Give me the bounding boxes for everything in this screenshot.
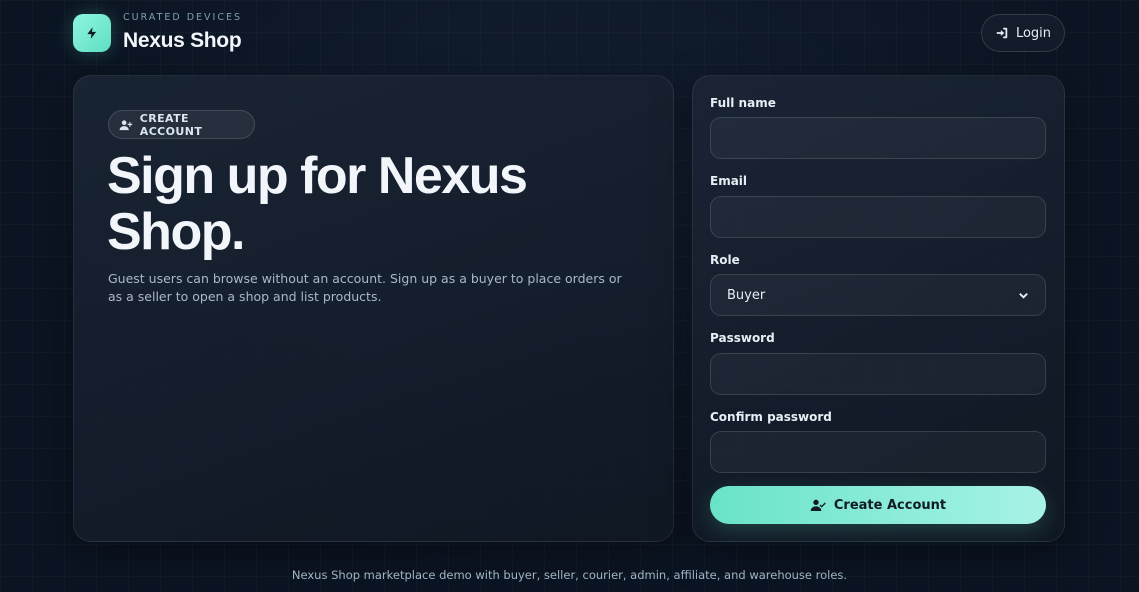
create-account-button[interactable]: Create Account — [710, 486, 1046, 524]
create-account-badge: CREATE ACCOUNT — [108, 110, 255, 139]
full-name-label: Full name — [710, 96, 776, 110]
role-label: Role — [710, 253, 740, 267]
full-name-input[interactable] — [710, 117, 1046, 159]
password-input[interactable] — [710, 353, 1046, 395]
badge-label: CREATE ACCOUNT — [139, 111, 203, 138]
page-title: Sign up for Nexus Shop. — [107, 147, 528, 261]
lightning-bolt-icon — [87, 27, 97, 39]
login-icon — [996, 27, 1008, 39]
confirm-password-input[interactable] — [710, 431, 1046, 473]
login-button[interactable]: Login — [981, 14, 1065, 52]
role-selected-value: Buyer — [727, 287, 766, 303]
confirm-password-label: Confirm password — [710, 410, 832, 424]
page-subtitle: Guest users can browse without an accoun… — [108, 271, 622, 304]
footer-text: Nexus Shop marketplace demo with buyer, … — [291, 568, 848, 582]
hero-card: CREATE ACCOUNT Sign up for Nexus Shop. G… — [73, 75, 674, 542]
brand-name[interactable]: Nexus Shop — [123, 29, 242, 53]
email-label: Email — [710, 174, 748, 188]
signup-form: Full name Email Role Buyer Password Conf… — [692, 75, 1065, 542]
create-account-label: Create Account — [833, 497, 947, 513]
brand-logo[interactable] — [73, 14, 111, 52]
user-plus-icon — [119, 119, 133, 130]
login-label: Login — [1015, 25, 1052, 41]
email-input[interactable] — [710, 196, 1046, 238]
role-select[interactable]: Buyer — [710, 274, 1046, 316]
password-label: Password — [710, 331, 775, 345]
user-check-icon — [810, 499, 826, 511]
brand-eyebrow: CURATED DEVICES — [123, 12, 242, 23]
chevron-down-icon — [1019, 292, 1028, 299]
